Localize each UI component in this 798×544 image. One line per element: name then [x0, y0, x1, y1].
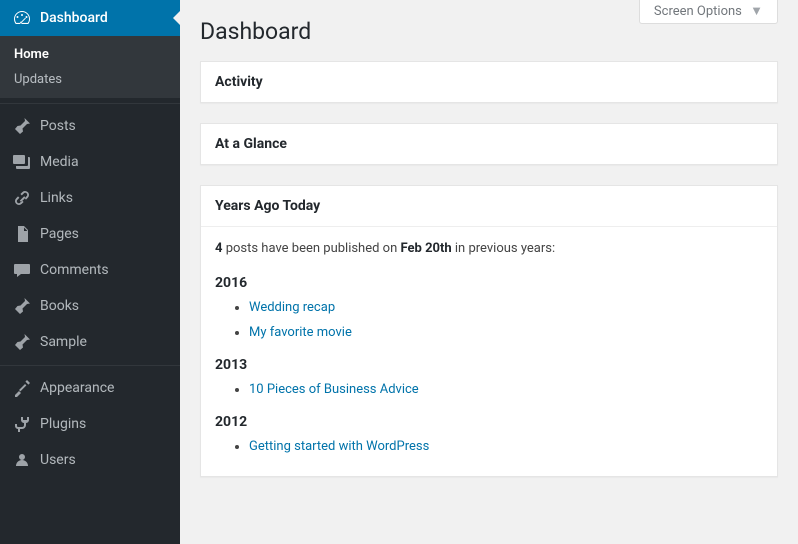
links-icon [12, 188, 32, 208]
sidebar-subitem-updates[interactable]: Updates [0, 67, 180, 92]
sidebar-item-label: Users [40, 452, 76, 468]
year-heading: 2013 [215, 354, 763, 376]
plugins-icon [12, 414, 32, 434]
post-link[interactable]: Getting started with WordPress [249, 439, 429, 454]
sidebar-item-books[interactable]: Books [0, 288, 180, 324]
sidebar-item-label: Links [40, 190, 73, 206]
sidebar-item-label: Posts [40, 118, 76, 134]
years-ago-intro: 4 posts have been published on Feb 20th … [215, 239, 763, 260]
widget-title: Years Ago Today [201, 186, 777, 227]
appearance-icon [12, 378, 32, 398]
sidebar-subitem-home[interactable]: Home [0, 42, 180, 67]
sidebar-item-pages[interactable]: Pages [0, 216, 180, 252]
admin-sidebar: Dashboard Home Updates Posts Media Links… [0, 0, 180, 544]
year-post-list: 10 Pieces of Business Advice [249, 380, 763, 401]
main-content: Screen Options ▼ Dashboard Activity At a… [180, 0, 798, 544]
sidebar-item-users[interactable]: Users [0, 442, 180, 478]
sidebar-item-label: Pages [40, 226, 79, 242]
sidebar-item-label: Media [40, 154, 79, 170]
sidebar-item-posts[interactable]: Posts [0, 108, 180, 144]
post-link[interactable]: 10 Pieces of Business Advice [249, 382, 419, 397]
sidebar-item-label: Plugins [40, 416, 86, 432]
list-item: My favorite movie [249, 323, 763, 344]
page-icon [12, 224, 32, 244]
users-icon [12, 450, 32, 470]
post-link[interactable]: My favorite movie [249, 325, 352, 340]
list-item: 10 Pieces of Business Advice [249, 380, 763, 401]
sidebar-item-appearance[interactable]: Appearance [0, 370, 180, 406]
chevron-down-icon: ▼ [750, 4, 763, 19]
sidebar-item-label: Sample [40, 334, 87, 350]
sidebar-submenu-dashboard: Home Updates [0, 36, 180, 98]
sidebar-item-comments[interactable]: Comments [0, 252, 180, 288]
pin-icon [12, 332, 32, 352]
sidebar-item-plugins[interactable]: Plugins [0, 406, 180, 442]
widget-activity[interactable]: Activity [200, 61, 778, 103]
widget-title: At a Glance [201, 124, 777, 164]
screen-options-label: Screen Options [654, 4, 742, 19]
media-icon [12, 152, 32, 172]
widget-at-a-glance[interactable]: At a Glance [200, 123, 778, 165]
comments-icon [12, 260, 32, 280]
pin-icon [12, 296, 32, 316]
pin-icon [12, 116, 32, 136]
list-item: Wedding recap [249, 298, 763, 319]
sidebar-item-links[interactable]: Links [0, 180, 180, 216]
sidebar-item-dashboard[interactable]: Dashboard [0, 0, 180, 36]
screen-options-button[interactable]: Screen Options ▼ [639, 0, 778, 24]
sidebar-item-sample[interactable]: Sample [0, 324, 180, 360]
widget-body: 4 posts have been published on Feb 20th … [201, 227, 777, 476]
sidebar-item-label: Books [40, 298, 79, 314]
year-heading: 2016 [215, 272, 763, 294]
years-ago-date: Feb 20th [401, 241, 452, 256]
sidebar-item-label: Appearance [40, 380, 114, 396]
sidebar-item-media[interactable]: Media [0, 144, 180, 180]
widget-years-ago-today: Years Ago Today 4 posts have been publis… [200, 185, 778, 477]
widget-title: Activity [201, 62, 777, 102]
dashboard-icon [12, 8, 32, 28]
year-post-list: Wedding recap My favorite movie [249, 298, 763, 344]
year-post-list: Getting started with WordPress [249, 437, 763, 458]
year-heading: 2012 [215, 411, 763, 433]
post-link[interactable]: Wedding recap [249, 300, 335, 315]
list-item: Getting started with WordPress [249, 437, 763, 458]
sidebar-item-label: Comments [40, 262, 109, 278]
sidebar-item-label: Dashboard [40, 10, 108, 26]
